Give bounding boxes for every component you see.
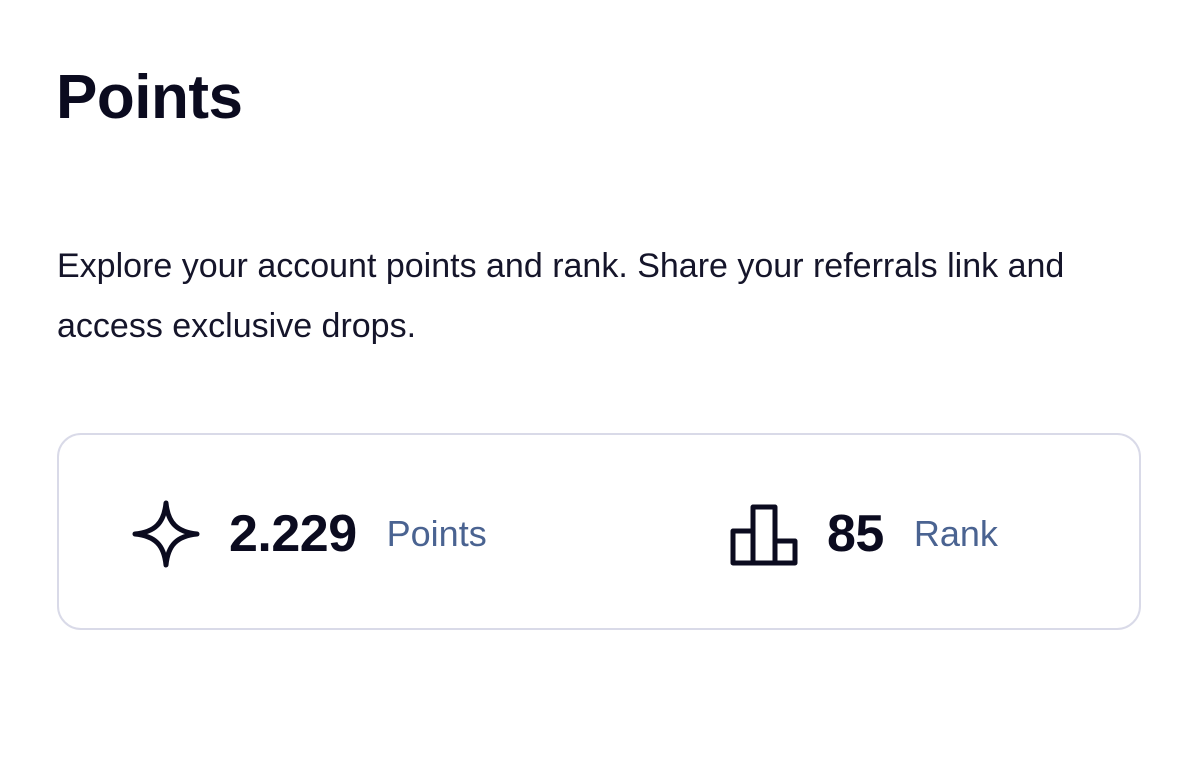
points-value: 2.229 — [229, 504, 357, 563]
page-title: Points — [56, 63, 243, 132]
points-label: Points — [386, 512, 487, 554]
leaderboard-icon — [729, 501, 799, 567]
page-description: Explore your account points and rank. Sh… — [57, 247, 1065, 345]
points-stat[interactable]: 2.229 Points — [131, 435, 487, 632]
rank-value: 85 — [827, 504, 884, 563]
sparkle-icon — [131, 499, 201, 569]
stats-card: 2.229 Points 85 Rank — [57, 433, 1141, 630]
rank-label: Rank — [913, 512, 998, 554]
rank-stat[interactable]: 85 Rank — [729, 435, 998, 632]
